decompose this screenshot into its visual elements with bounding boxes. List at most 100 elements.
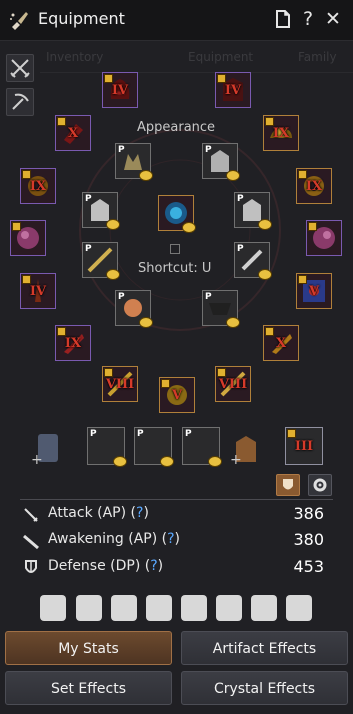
center-checkbox[interactable] bbox=[170, 244, 180, 254]
appearance-label: Appearance bbox=[137, 120, 216, 135]
title-bar[interactable]: Equipment ? ✕ bbox=[0, 0, 353, 41]
sailing-icon[interactable] bbox=[251, 595, 277, 621]
stat-help-link[interactable]: ? bbox=[136, 505, 143, 521]
document-icon[interactable] bbox=[272, 8, 294, 30]
gathering-icon[interactable] bbox=[40, 595, 66, 621]
stat-help-link[interactable]: ? bbox=[150, 558, 157, 574]
add-pet-marker: + bbox=[31, 452, 43, 468]
costume-badge bbox=[208, 456, 222, 467]
equipment-window: Equipment ? ✕ Inventory Equipment Family… bbox=[0, 0, 353, 714]
premium-marker: P bbox=[85, 194, 92, 204]
gear-slot-armor[interactable]: IV bbox=[215, 72, 251, 108]
shield-toggle-button[interactable] bbox=[276, 474, 300, 496]
gear-slot-awakening-weapon[interactable]: VIII bbox=[215, 366, 251, 402]
ghost-tab-equipment: Equipment bbox=[188, 50, 254, 64]
my-stats-button[interactable]: My Stats bbox=[5, 631, 172, 665]
enhancement-level: IV bbox=[111, 83, 129, 98]
premium-marker: P bbox=[118, 292, 125, 302]
enhancement-level: IX bbox=[305, 179, 323, 194]
enhancement-level: V bbox=[308, 284, 320, 299]
lifeskill-slot-1[interactable]: P bbox=[87, 427, 127, 467]
lock-icon bbox=[12, 222, 21, 231]
farming-icon[interactable] bbox=[216, 595, 242, 621]
costume-badge bbox=[258, 219, 272, 230]
awakening-sword-icon bbox=[23, 534, 39, 550]
costume-slot-face[interactable]: P bbox=[202, 290, 240, 328]
lifeskill-slot-2[interactable]: P bbox=[134, 427, 174, 467]
costume-slot-sub-weapon[interactable]: P bbox=[234, 242, 272, 280]
gear-slot-gloves[interactable]: X bbox=[55, 115, 91, 151]
premium-marker: P bbox=[205, 145, 212, 155]
gear-slot-earring-left[interactable]: IV bbox=[20, 273, 56, 309]
gear-slot-ring-left[interactable]: IX bbox=[20, 168, 56, 204]
artifact-effects-button[interactable]: Artifact Effects bbox=[181, 631, 348, 665]
costume-badge bbox=[106, 269, 120, 280]
stat-help-link[interactable]: ? bbox=[167, 531, 174, 547]
stat-value: 453 bbox=[293, 557, 324, 576]
enhancement-level: IX bbox=[64, 336, 82, 351]
enhancement-level: X bbox=[275, 336, 287, 351]
stat-value: 386 bbox=[293, 504, 324, 523]
lifeskill-slot-3[interactable]: P bbox=[182, 427, 222, 467]
costume-badge bbox=[160, 456, 174, 467]
gear-slot-earring-right[interactable]: V bbox=[296, 273, 332, 309]
costume-badge bbox=[139, 170, 153, 181]
defense-icon[interactable] bbox=[286, 595, 312, 621]
costume-badge bbox=[139, 317, 153, 328]
stat-name: Defense (DP) (?) bbox=[48, 558, 164, 574]
stat-row-attack: Attack (AP) (?) 386 bbox=[22, 504, 332, 526]
crossed-swords-button[interactable] bbox=[6, 54, 34, 82]
costume-slot-helmet[interactable]: P bbox=[115, 143, 153, 181]
enhancement-level: IV bbox=[224, 83, 242, 98]
costume-slot-center[interactable] bbox=[158, 195, 196, 233]
costume-badge bbox=[258, 269, 272, 280]
enhancement-level: IX bbox=[29, 179, 47, 194]
help-icon[interactable]: ? bbox=[297, 8, 319, 30]
costume-slot-shoes[interactable]: P bbox=[234, 192, 272, 230]
add-outfit-marker: + bbox=[230, 452, 242, 468]
enhancement-level: IV bbox=[29, 284, 47, 299]
enhancement-level: VIII bbox=[218, 377, 248, 392]
crystal-effects-button[interactable]: Crystal Effects bbox=[181, 671, 348, 705]
hunting-icon[interactable] bbox=[111, 595, 137, 621]
settings-gear-button[interactable] bbox=[308, 474, 332, 496]
gear-slot-sub-weapon[interactable]: V bbox=[159, 377, 195, 413]
stat-name: Awakening (AP) (?) bbox=[48, 531, 181, 547]
gear-slot-belt[interactable]: IX bbox=[55, 325, 91, 361]
costume-badge bbox=[226, 170, 240, 181]
pickaxe-button[interactable] bbox=[6, 88, 34, 116]
costume-slot-weapon[interactable]: P bbox=[82, 242, 120, 280]
gear-slot-ring-right[interactable]: IX bbox=[296, 168, 332, 204]
sword-icon bbox=[24, 508, 38, 522]
close-icon[interactable]: ✕ bbox=[322, 8, 344, 30]
costume-badge bbox=[106, 219, 120, 230]
training-icon[interactable] bbox=[146, 595, 172, 621]
ghost-divider bbox=[40, 72, 353, 73]
life-skill-bar bbox=[20, 590, 333, 624]
gear-slot-helmet[interactable]: IV bbox=[102, 72, 138, 108]
stat-row-defense: Defense (DP) (?) 453 bbox=[22, 557, 332, 579]
premium-marker: P bbox=[205, 292, 212, 302]
shield-icon bbox=[25, 560, 37, 573]
ghost-tab-family: Family bbox=[298, 50, 337, 64]
gear-slot-necklace[interactable]: X bbox=[263, 325, 299, 361]
costume-badge bbox=[226, 317, 240, 328]
gear-slot-shoes[interactable]: IX bbox=[263, 115, 299, 151]
costume-badge bbox=[182, 222, 196, 233]
costume-slot-underwear[interactable]: P bbox=[115, 290, 153, 328]
costume-slot-gloves[interactable]: P bbox=[82, 192, 120, 230]
costume-slot-armor[interactable]: P bbox=[202, 143, 240, 181]
gear-slot-main-weapon[interactable]: VIII bbox=[102, 366, 138, 402]
tool-slot[interactable]: III bbox=[285, 427, 323, 465]
trading-icon[interactable] bbox=[181, 595, 207, 621]
set-effects-button[interactable]: Set Effects bbox=[5, 671, 172, 705]
stat-name: Attack (AP) (?) bbox=[48, 505, 149, 521]
ghost-tab-inventory: Inventory bbox=[46, 50, 104, 64]
shortcut-label: Shortcut: U bbox=[138, 261, 212, 276]
fishing-icon[interactable] bbox=[76, 595, 102, 621]
window-title: Equipment bbox=[38, 9, 125, 28]
stat-value: 380 bbox=[293, 530, 324, 549]
gear-slot-orb-right[interactable] bbox=[306, 220, 342, 256]
gear-slot-orb[interactable] bbox=[10, 220, 46, 256]
costume-badge bbox=[113, 456, 127, 467]
